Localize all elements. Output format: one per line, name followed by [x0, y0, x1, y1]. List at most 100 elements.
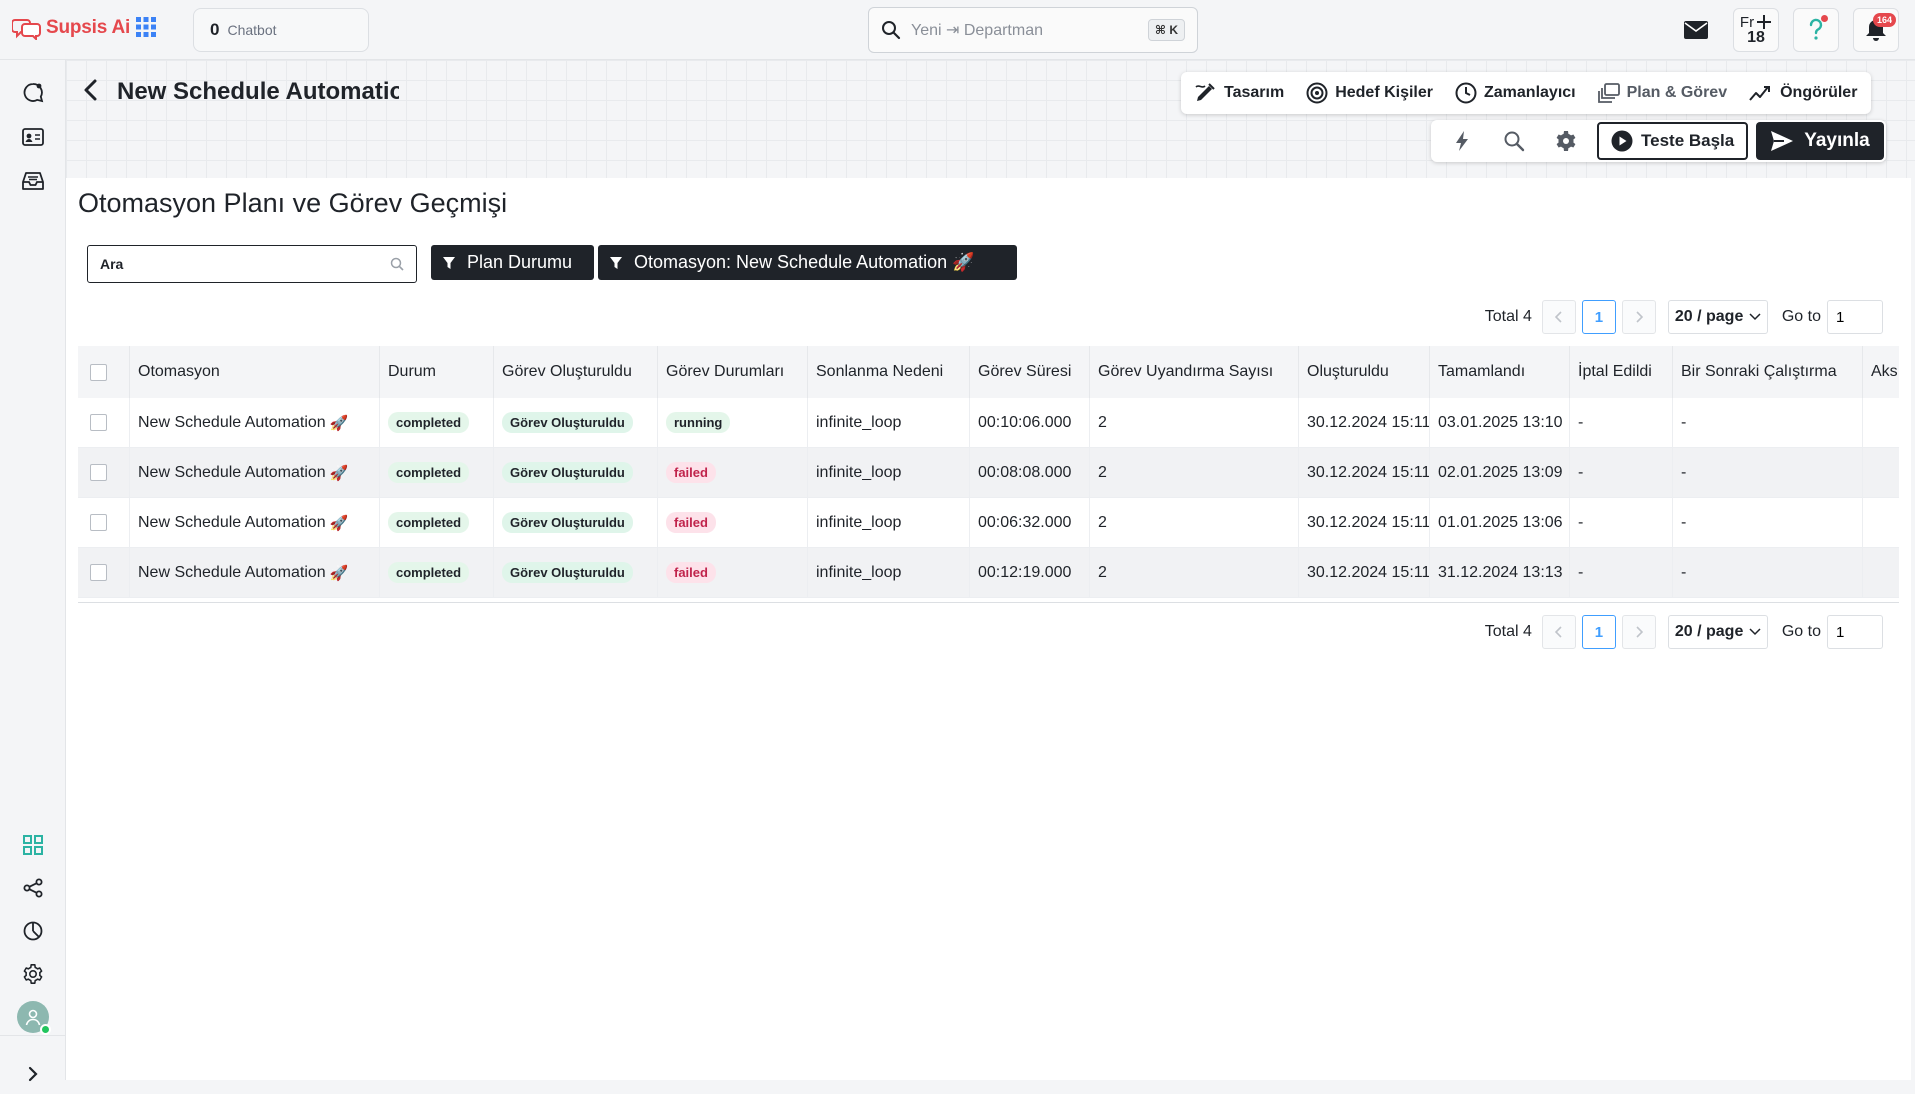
chatbot-selector[interactable]: 0 Chatbot [193, 8, 369, 52]
table-row[interactable]: New Schedule Automation 🚀 completed Görev… [78, 548, 1899, 598]
layers-icon [1597, 83, 1620, 103]
online-status-dot [40, 1024, 51, 1035]
search-input[interactable] [100, 256, 390, 272]
completed-cell: 02.01.2025 13:09 [1430, 448, 1570, 497]
page-size-select[interactable]: 20 / page [1667, 615, 1768, 649]
automation-name: New Schedule Automation [138, 463, 326, 481]
column-header[interactable]: Aks [1863, 346, 1899, 398]
column-header[interactable]: Görev Süresi [970, 346, 1090, 398]
task-status-cell: failed [658, 548, 808, 597]
sidebar-item-settings[interactable] [0, 954, 66, 994]
column-header[interactable]: Sonlanma Nedeni [808, 346, 970, 398]
task-created-badge: Görev Oluşturuldu [502, 512, 633, 533]
fr-credits-button[interactable]: Fr 18 [1733, 8, 1779, 52]
next-page-button[interactable] [1621, 300, 1656, 334]
publish-button[interactable]: Yayınla [1756, 122, 1884, 160]
table-row[interactable]: New Schedule Automation 🚀 completed Görev… [78, 498, 1899, 548]
brand-logo[interactable]: Supsis Ai [12, 16, 130, 40]
cancelled-cell: - [1570, 498, 1673, 547]
notifications-button[interactable]: 164 [1853, 8, 1899, 52]
page-size-value: 20 / page [1674, 623, 1744, 640]
column-header[interactable]: İptal Edildi [1570, 346, 1673, 398]
global-search-placeholder: Yeni ⇥ Departman [911, 22, 1043, 39]
tab-target-people-label: Hedef Kişiler [1335, 84, 1433, 101]
send-icon [1770, 130, 1794, 152]
status-badge: completed [388, 462, 470, 483]
next-page-button[interactable] [1621, 615, 1656, 649]
status-cell: completed [380, 498, 494, 547]
tab-insights[interactable]: Öngörüler [1741, 72, 1865, 114]
prev-page-button[interactable] [1541, 300, 1576, 334]
editor-search-button[interactable] [1489, 120, 1539, 162]
help-button[interactable] [1793, 8, 1839, 52]
pagination-total: Total 4 [1484, 308, 1532, 325]
column-header[interactable]: Tamamlandı [1430, 346, 1570, 398]
tab-scheduler[interactable]: Zamanlayıcı [1447, 72, 1584, 114]
sidebar-item-flows[interactable] [0, 868, 66, 908]
automation-cell: New Schedule Automation 🚀 [130, 398, 380, 447]
tab-design[interactable]: Tasarım [1187, 72, 1292, 114]
search-box[interactable] [87, 245, 417, 283]
row-checkbox[interactable] [90, 464, 107, 481]
task-status-cell: failed [658, 448, 808, 497]
table-header-row: Otomasyon Durum Görev Oluşturuldu Görev … [78, 346, 1899, 398]
wake-count-cell: 2 [1090, 398, 1299, 447]
page-size-value: 20 / page [1674, 308, 1744, 325]
chevron-down-icon [1749, 628, 1761, 636]
plan-status-filter[interactable]: Plan Durumu [431, 245, 594, 280]
sidebar [0, 60, 66, 1082]
mail-icon[interactable] [1673, 8, 1719, 52]
prev-page-button[interactable] [1541, 615, 1576, 649]
table-row[interactable]: New Schedule Automation 🚀 completed Görev… [78, 448, 1899, 498]
next-run-cell: - [1673, 548, 1863, 597]
row-checkbox[interactable] [90, 514, 107, 531]
global-search[interactable]: Yeni ⇥ Departman ⌘ K [868, 7, 1198, 53]
sidebar-item-dashboard[interactable] [0, 825, 66, 865]
row-checkbox[interactable] [90, 414, 107, 431]
back-button[interactable] [82, 78, 100, 102]
next-run-cell: - [1673, 448, 1863, 497]
tab-plan-task[interactable]: Plan & Görev [1590, 72, 1735, 114]
row-checkbox[interactable] [90, 564, 107, 581]
row-select-cell [78, 548, 130, 597]
sidebar-item-contacts[interactable] [0, 117, 66, 157]
search-icon [881, 20, 901, 40]
sidebar-item-chats[interactable] [0, 73, 66, 113]
column-header[interactable]: Görev Durumları [658, 346, 808, 398]
column-header[interactable]: Görev Uyandırma Sayısı [1090, 346, 1299, 398]
brand-name: Supsis Ai [46, 17, 131, 38]
sidebar-item-inbox[interactable] [0, 161, 66, 201]
sidebar-user-avatar[interactable] [0, 997, 66, 1037]
page-number-button[interactable]: 1 [1581, 300, 1616, 334]
page-size-select[interactable]: 20 / page [1667, 300, 1768, 334]
lightning-icon [1455, 130, 1469, 152]
goto-page-input[interactable] [1827, 300, 1883, 334]
quick-action-button[interactable] [1437, 120, 1487, 162]
table-bottom-border [78, 602, 1899, 603]
table-row[interactable]: New Schedule Automation 🚀 completed Görev… [78, 398, 1899, 448]
sidebar-item-reports[interactable] [0, 911, 66, 951]
start-test-button[interactable]: Teste Başla [1597, 122, 1749, 160]
automation-name: New Schedule Automation [138, 513, 326, 531]
select-all-checkbox[interactable] [90, 363, 107, 381]
filter-icon [443, 256, 455, 270]
goto-page-input[interactable] [1827, 615, 1883, 649]
column-header[interactable]: Otomasyon [130, 346, 380, 398]
page-number-button[interactable]: 1 [1581, 615, 1616, 649]
fr-count: 18 [1747, 29, 1765, 46]
column-header[interactable]: Oluşturuldu [1299, 346, 1430, 398]
cancelled-cell: - [1570, 548, 1673, 597]
automation-filter[interactable]: Otomasyon: New Schedule Automation 🚀 [598, 245, 1017, 280]
notification-badge: 164 [1872, 13, 1896, 27]
column-header[interactable]: Görev Oluşturuldu [494, 346, 658, 398]
created-cell: 30.12.2024 15:11 [1299, 398, 1430, 447]
sidebar-expand-button[interactable] [0, 1054, 66, 1094]
cancelled-cell: - [1570, 448, 1673, 497]
task-created-badge: Görev Oluşturuldu [502, 412, 633, 433]
publish-label: Yayınla [1804, 130, 1870, 151]
editor-settings-button[interactable] [1541, 120, 1591, 162]
column-header[interactable]: Bir Sonraki Çalıştırma [1673, 346, 1863, 398]
apps-grid-icon[interactable] [136, 17, 156, 37]
tab-target-people[interactable]: Hedef Kişiler [1298, 72, 1441, 114]
column-header[interactable]: Durum [380, 346, 494, 398]
